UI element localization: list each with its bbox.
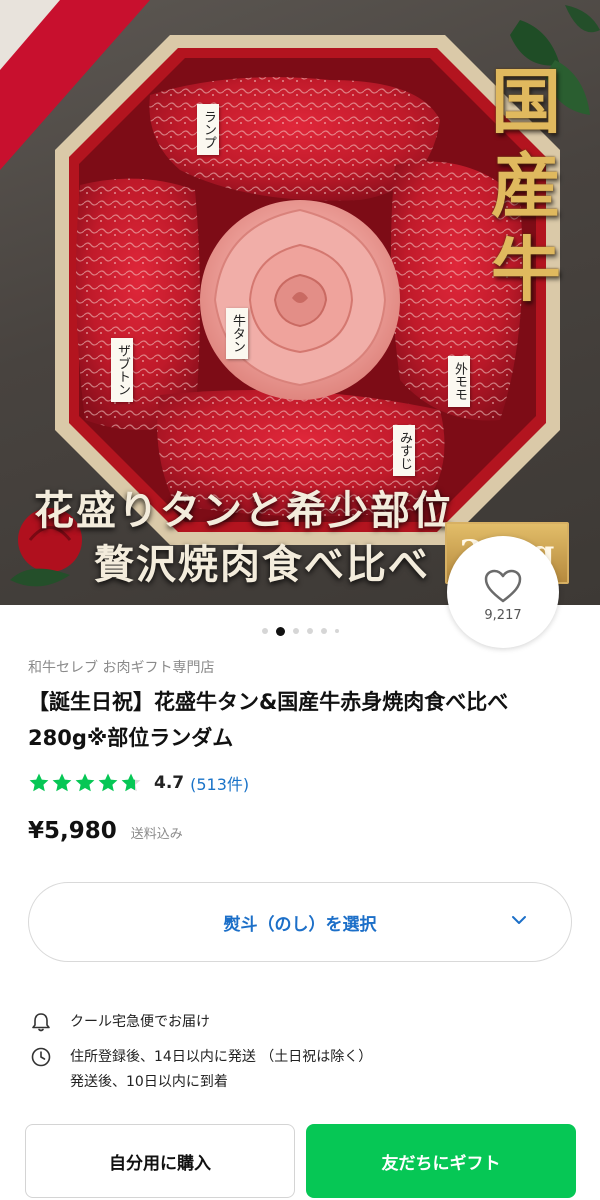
delivery-method-text: クール宅急便でお届け bbox=[70, 1014, 210, 1030]
delivery-schedule-row: 住所登録後、14日以内に発送 （土日祝は除く） 発送後、10日以内に到着 bbox=[30, 1045, 372, 1095]
label-rump: ランプ bbox=[197, 104, 219, 155]
delivery-method-row: クール宅急便でお届け bbox=[30, 1010, 210, 1035]
label-misuji: みすじ bbox=[393, 425, 415, 476]
carousel-dot-active[interactable] bbox=[275, 626, 285, 636]
heart-icon bbox=[484, 569, 522, 602]
hero-kanji-1: 国 bbox=[491, 60, 561, 143]
hero-kanji-3: 牛 bbox=[491, 228, 561, 311]
bell-icon bbox=[32, 1013, 50, 1032]
review-count-link[interactable]: (513件) bbox=[190, 771, 249, 795]
favorite-count: 9,217 bbox=[484, 607, 522, 623]
gift-to-friend-button[interactable]: 友だちにギフト bbox=[306, 1124, 576, 1198]
noshi-select-label: 熨斗（のし）を選択 bbox=[223, 914, 377, 935]
hero-kanji-2: 産 bbox=[491, 144, 561, 227]
carousel-dot[interactable] bbox=[292, 628, 299, 634]
buy-for-self-button[interactable]: 自分用に購入 bbox=[25, 1124, 295, 1198]
carousel-pagination bbox=[0, 626, 600, 636]
label-zabuton: ザブトン bbox=[111, 338, 133, 402]
star-rating-icon bbox=[29, 773, 141, 792]
label-sotomomo: 外モモ bbox=[448, 356, 470, 407]
noshi-select-button[interactable]: 熨斗（のし）を選択 bbox=[28, 882, 572, 962]
label-tongue: 牛タン bbox=[226, 308, 248, 359]
clock-icon bbox=[31, 1047, 51, 1067]
carousel-dot[interactable] bbox=[334, 629, 339, 633]
delivery-schedule-line1: 住所登録後、14日以内に発送 （土日祝は除く） bbox=[70, 1049, 373, 1065]
product-image-carousel[interactable]: ランプ ザブトン 牛タン 外モモ みすじ 国 産 牛 花盛りタンと希少部位 贅沢… bbox=[0, 0, 600, 605]
delivery-schedule-text: 住所登録後、14日以内に発送 （土日祝は除く） 発送後、10日以内に到着 bbox=[70, 1045, 372, 1095]
rating-stars bbox=[28, 772, 144, 794]
delivery-schedule-line2: 発送後、10日以内に到着 bbox=[70, 1074, 228, 1090]
shop-name-link[interactable]: 和牛セレブ お肉ギフト専門店 bbox=[28, 657, 214, 677]
carousel-dot[interactable] bbox=[320, 628, 327, 634]
hero-kanji-title: 国 産 牛 bbox=[486, 60, 566, 312]
chevron-down-icon bbox=[512, 916, 526, 924]
price-row: ¥5,980 送料込み bbox=[28, 818, 183, 844]
shipping-note: 送料込み bbox=[130, 827, 183, 842]
product-title: 【誕生日祝】花盛牛タン&国産牛赤身焼肉食べ比べ 280g※部位ランダム bbox=[28, 690, 509, 750]
rating-row[interactable]: 4.7 (513件) bbox=[28, 771, 249, 795]
carousel-dot[interactable] bbox=[261, 628, 268, 634]
price: ¥5,980 bbox=[28, 818, 117, 844]
carousel-dot[interactable] bbox=[306, 628, 313, 634]
rating-value: 4.7 bbox=[154, 773, 185, 793]
